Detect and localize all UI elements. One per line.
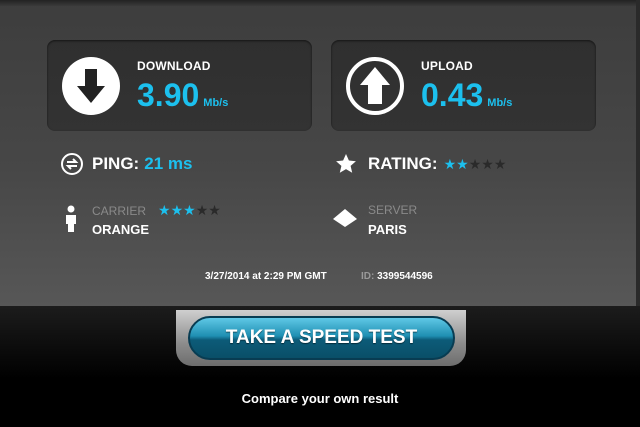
- compare-link[interactable]: Compare your own result: [0, 391, 640, 406]
- ping-label: PING:: [92, 154, 140, 173]
- download-value: 3.90: [137, 77, 200, 113]
- carrier-filled-star-icon: ★: [183, 202, 196, 218]
- person-icon: [66, 205, 76, 232]
- download-label: DOWNLOAD: [137, 59, 211, 73]
- carrier-label-row: CARRIER ★ ★ ★ ★ ★: [92, 202, 221, 219]
- test-id: ID: 3399544596: [361, 271, 433, 282]
- server-value: PARIS: [368, 222, 407, 237]
- upload-value-line: 0.43 Mb/s: [421, 77, 512, 114]
- star-icon: [336, 154, 356, 173]
- upload-value: 0.43: [421, 77, 484, 113]
- carrier-label: CARRIER: [92, 203, 147, 218]
- rating-row: RATING: ★ ★ ★ ★ ★: [335, 153, 506, 175]
- carrier-filled-star-icon: ★: [158, 202, 171, 218]
- rating-empty-star-icon: ★: [468, 155, 482, 172]
- rating-stars: ★ ★ ★ ★ ★: [444, 156, 507, 173]
- rating-empty-star-icon: ★: [493, 155, 507, 172]
- rating-filled-star-icon: ★: [443, 155, 457, 172]
- carrier-filled-star-icon: ★: [170, 202, 184, 218]
- server-icon: [333, 209, 357, 227]
- upload-label: UPLOAD: [421, 59, 473, 73]
- ping-value: 21 ms: [144, 154, 193, 173]
- carrier-section: [64, 205, 78, 238]
- carrier-stars: ★ ★ ★ ★ ★: [158, 202, 221, 219]
- carrier-value: ORANGE: [92, 222, 150, 237]
- carrier-empty-star-icon: ★: [195, 202, 209, 218]
- ping-icon: [61, 153, 83, 175]
- rating-filled-star-icon: ★: [456, 155, 469, 172]
- server-label: SERVER: [368, 203, 418, 217]
- test-id-value: 3399544596: [377, 271, 433, 282]
- rating-label: RATING:: [368, 154, 438, 173]
- top-divider: [0, 0, 640, 6]
- download-value-line: 3.90 Mb/s: [137, 77, 228, 114]
- rating-empty-star-icon: ★: [481, 155, 494, 172]
- take-speed-test-button[interactable]: TAKE A SPEED TEST: [188, 316, 455, 360]
- download-arrow-icon: [62, 57, 120, 115]
- ping-row: PING: 21 ms: [61, 153, 192, 175]
- upload-arrow-icon: [346, 57, 404, 115]
- upload-card: UPLOAD 0.43 Mb/s: [331, 40, 596, 131]
- carrier-empty-star-icon: ★: [208, 202, 221, 218]
- test-id-label: ID:: [361, 271, 375, 282]
- download-card: DOWNLOAD 3.90 Mb/s: [47, 40, 312, 131]
- download-unit: Mb/s: [203, 97, 229, 109]
- test-datetime: 3/27/2014 at 2:29 PM GMT: [205, 271, 327, 282]
- upload-unit: Mb/s: [487, 97, 513, 109]
